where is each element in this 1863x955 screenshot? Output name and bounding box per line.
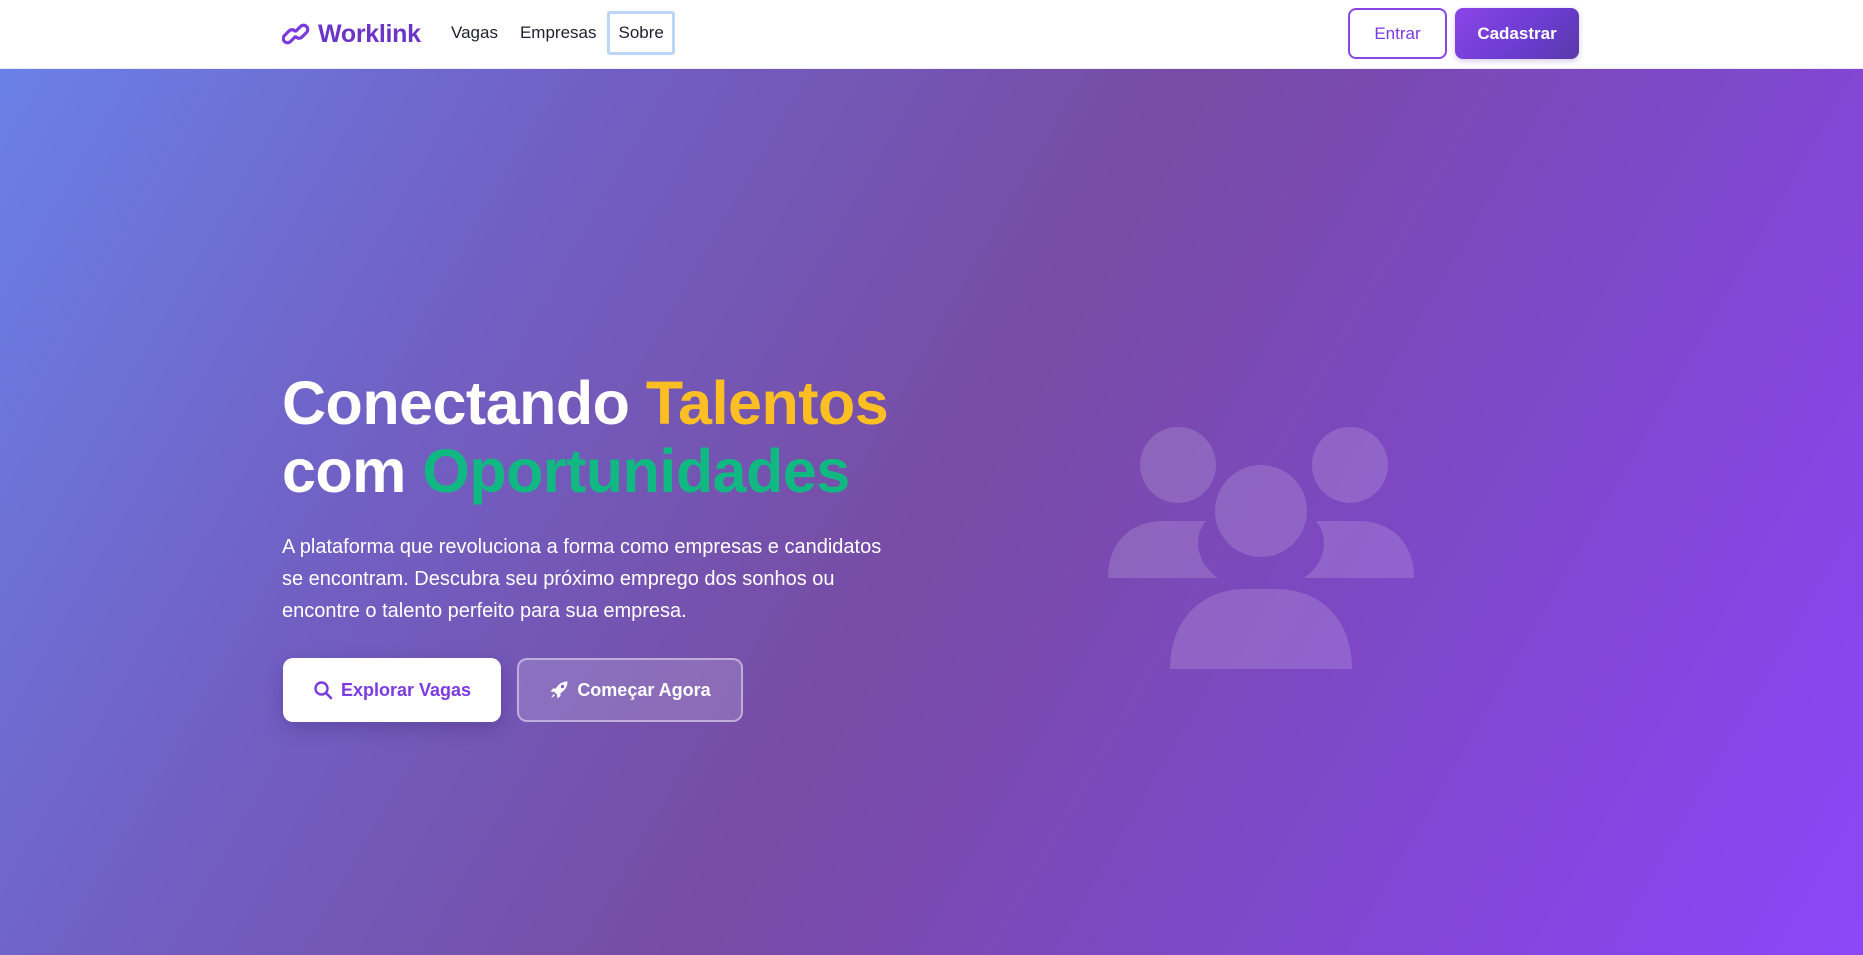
link-icon [282, 23, 310, 45]
nav-link-sobre[interactable]: Sobre [607, 11, 675, 55]
brand-logo-link[interactable]: Worklink [282, 16, 421, 52]
headline-highlight-talentos: Talentos [645, 369, 889, 437]
headline-text-1: Conectando [282, 369, 646, 437]
explore-jobs-label: Explorar Vagas [340, 679, 472, 700]
hero-headline: Conectando Talentos com Oportunidades [282, 369, 982, 505]
main-nav: Vagas Empresas Sobre [440, 11, 675, 55]
login-button[interactable]: Entrar [1348, 8, 1447, 59]
headline-text-2: com [282, 437, 423, 505]
hero-subtitle: A plataforma que revoluciona a forma com… [282, 536, 882, 622]
headline-highlight-oportunidades: Oportunidades [422, 437, 850, 505]
users-icon [1108, 427, 1414, 669]
hero-section: Conectando Talentos com Oportunidades A … [0, 69, 1863, 955]
get-started-label: Começar Agora [577, 679, 711, 700]
search-icon [314, 681, 333, 700]
nav-link-empresas[interactable]: Empresas [509, 11, 608, 55]
nav-link-vagas[interactable]: Vagas [440, 11, 509, 55]
explore-jobs-button[interactable]: Explorar Vagas [283, 658, 501, 722]
brand-name: Worklink [318, 19, 421, 48]
get-started-button[interactable]: Começar Agora [517, 658, 743, 722]
top-navbar: Worklink Vagas Empresas Sobre Entrar Cad… [0, 0, 1863, 69]
signup-button[interactable]: Cadastrar [1455, 8, 1579, 59]
rocket-icon [550, 681, 568, 699]
